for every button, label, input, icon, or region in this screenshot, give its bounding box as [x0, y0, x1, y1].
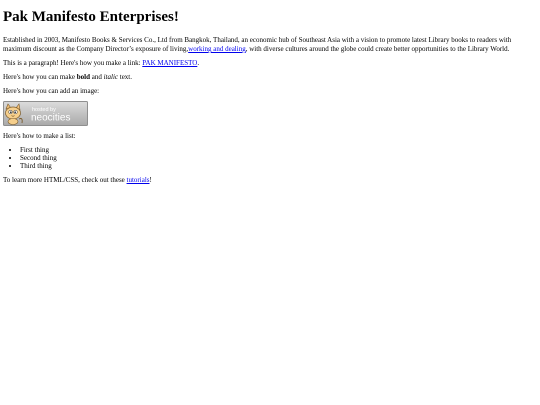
list-item: Third thing — [20, 162, 537, 170]
bold-paragraph-middle: and — [90, 73, 104, 81]
intro-paragraph: Established in 2003, Manifesto Books & S… — [3, 36, 537, 54]
footer-paragraph: To learn more HTML/CSS, check out these … — [3, 176, 537, 185]
italic-text: italic — [103, 73, 118, 81]
list-item: Second thing — [20, 154, 537, 162]
neocities-badge-icon: hosted by neocities — [3, 101, 88, 126]
badge-main-text: neocities — [31, 113, 70, 124]
link-paragraph-text: This is a paragraph! Here's how you make… — [3, 59, 143, 67]
page-content: Pak Manifesto Enterprises! Established i… — [0, 0, 540, 185]
link-paragraph: This is a paragraph! Here's how you make… — [3, 59, 537, 68]
footer-text-end: ! — [149, 176, 152, 184]
tutorials-link[interactable]: tutorials — [127, 176, 150, 184]
footer-text: To learn more HTML/CSS, check out these — [3, 176, 127, 184]
list-paragraph: Here's how to make a list: — [3, 132, 76, 140]
intro-text-end: , with diverse cultures around the globe… — [245, 45, 510, 53]
list-item: First thing — [20, 146, 537, 154]
working-and-dealing-link[interactable]: working and dealing — [188, 45, 246, 53]
bold-paragraph-text: Here's how you can make — [3, 73, 77, 81]
link-paragraph-end: . — [197, 59, 200, 67]
page-title: Pak Manifesto Enterprises! — [3, 9, 179, 25]
image-paragraph: Here's how you can add an image: — [3, 87, 100, 95]
bold-italic-paragraph: Here's how you can make bold and italic … — [3, 73, 537, 82]
pak-manifesto-link[interactable]: PAK MANIFESTO — [142, 59, 197, 67]
bold-paragraph-end: text. — [118, 73, 132, 81]
thing-list: First thing Second thing Third thing — [3, 146, 537, 170]
bold-text: bold — [76, 73, 90, 81]
